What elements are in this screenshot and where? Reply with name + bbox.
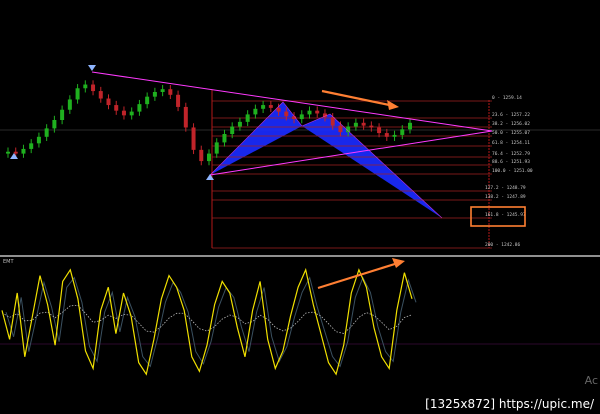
candle-body xyxy=(284,111,289,117)
fib-level-label: 50.0 - 1255.07 xyxy=(492,130,530,136)
corner-label: Ac xyxy=(584,374,598,387)
candle-body xyxy=(408,122,412,130)
fib-level-label: 76.4 - 1252.79 xyxy=(492,151,530,157)
candle-body xyxy=(307,110,312,115)
candle-body xyxy=(91,84,96,92)
candle-body xyxy=(36,136,41,144)
fib-level-label: 38.2 - 1256.02 xyxy=(492,121,530,127)
candle-body xyxy=(315,110,320,114)
candle-body xyxy=(384,133,389,137)
candle-body xyxy=(176,94,181,107)
fib-level-label: 161.8 - 1245.97 xyxy=(485,212,526,218)
candle-body xyxy=(261,105,266,109)
candle-body xyxy=(183,106,188,128)
candle-body xyxy=(199,149,204,162)
candle-body xyxy=(98,91,103,99)
candle-body xyxy=(137,104,142,112)
candle-body xyxy=(377,127,382,134)
candle-body xyxy=(338,125,343,133)
candle-body xyxy=(276,107,281,112)
candle-body xyxy=(330,117,335,126)
candle-body xyxy=(52,120,57,129)
candle-body xyxy=(168,89,173,95)
candle-body xyxy=(160,89,165,92)
candle-body xyxy=(129,111,134,116)
candle-body xyxy=(29,143,34,149)
candle-body xyxy=(191,127,196,150)
oscillator-title: EMT xyxy=(3,259,14,265)
fib-level-label: 127.2 - 1248.79 xyxy=(485,185,526,191)
fib-level-label: 88.6 - 1251.93 xyxy=(492,159,530,165)
candle-body xyxy=(361,122,366,126)
candle-body xyxy=(214,142,219,154)
candle-body xyxy=(152,92,157,97)
candle-body xyxy=(114,105,119,111)
candle-body xyxy=(13,151,18,154)
candle-body xyxy=(245,114,250,122)
candle-body xyxy=(237,121,242,127)
candle-body xyxy=(299,114,304,120)
watermark: [1325x872] https://upic.me/ xyxy=(421,396,598,412)
candle-body xyxy=(6,151,10,154)
candle-body xyxy=(222,134,227,143)
candle-body xyxy=(253,108,258,115)
candle-body xyxy=(207,153,211,162)
candle-body xyxy=(83,84,88,89)
trading-chart: 0 - 1259.14 23.6 - 1257.22 38.2 - 1256.02 5… xyxy=(0,0,600,414)
candle-body xyxy=(75,88,80,100)
fib-level-label: 61.8 - 1254.11 xyxy=(492,140,530,146)
fib-level-label: 138.2 - 1247.89 xyxy=(485,194,526,200)
candle-body xyxy=(44,128,49,137)
candle-body xyxy=(145,96,150,105)
fib-level-label: 23.6 - 1257.22 xyxy=(492,112,530,118)
candle-body xyxy=(268,105,273,108)
candle-body xyxy=(353,122,358,127)
fib-level-label: 200 - 1242.86 xyxy=(485,242,521,248)
fib-level-label: 0 - 1259.14 xyxy=(492,95,522,101)
fib-level-label: 100.0 - 1251.00 xyxy=(492,168,533,174)
candle-body xyxy=(21,148,26,154)
candle-body xyxy=(369,125,374,128)
candle-body xyxy=(392,134,397,137)
candle-body xyxy=(230,126,235,134)
candle-body xyxy=(60,109,65,120)
candle-body xyxy=(106,98,111,106)
candle-body xyxy=(121,110,126,116)
candle-body xyxy=(400,129,405,135)
candle-body xyxy=(67,99,72,110)
